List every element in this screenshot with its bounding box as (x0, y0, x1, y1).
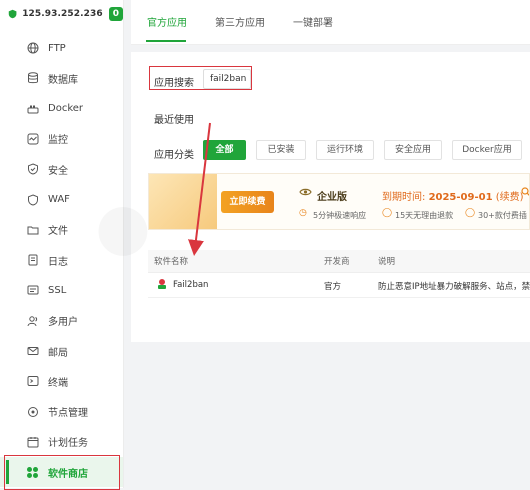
shield-icon (26, 163, 39, 176)
tab-third-party-apps[interactable]: 第三方应用 (215, 14, 265, 29)
banner-art (149, 174, 217, 229)
table-row[interactable]: Fail2ban 官方 防止恶意IP地址暴力破解服务、站点，禁止 (148, 273, 530, 298)
sidebar-item-app-store[interactable]: 软件商店 (0, 457, 123, 488)
sidebar-item-multi-user[interactable]: 多用户 (0, 306, 123, 336)
sidebar-item-label: 数据库 (48, 74, 78, 86)
col-name: 软件名称 (154, 257, 189, 267)
docker-icon (26, 102, 39, 115)
enterprise-banner: 立即续费 企业版 到期时间: 2025-09-01 (续费) ◷ 5分钟极速响应… (148, 173, 530, 230)
sidebar-item-label: SSL (48, 284, 67, 296)
sidebar-item-label: 终端 (48, 377, 68, 389)
sidebar-item-label: FTP (48, 42, 66, 54)
calendar-icon (26, 435, 39, 448)
expire-date: 2025-09-01 (428, 192, 493, 203)
filter-runtime-button[interactable]: 运行环境 (316, 140, 374, 160)
ssl-icon (26, 284, 39, 297)
filter-security-button[interactable]: 安全应用 (384, 140, 442, 160)
expire-label: 到期时间: (382, 192, 426, 203)
database-icon (26, 72, 39, 85)
eye-icon (299, 188, 312, 196)
feature-refund: 15天无理由退款 (395, 211, 454, 220)
plugin-icon: ◯ (465, 208, 476, 218)
sidebar-item-files[interactable]: 文件 (0, 215, 123, 245)
fail2ban-app-icon (156, 278, 168, 290)
sidebar-item-security[interactable]: 安全 (0, 154, 123, 184)
users-icon (26, 314, 39, 327)
node-icon (26, 405, 39, 418)
col-developer: 开发商 (324, 257, 350, 267)
app-description: 防止恶意IP地址暴力破解服务、站点，禁止 (378, 282, 530, 292)
sidebar-item-monitor[interactable]: 监控 (0, 124, 123, 154)
sidebar-item-label: 邮局 (48, 347, 68, 359)
renew-now-button[interactable]: 立即续费 (221, 191, 274, 213)
sidebar-item-terminal[interactable]: 终端 (0, 366, 123, 396)
expire-info: 到期时间: 2025-09-01 (续费) (382, 188, 524, 203)
app-name[interactable]: Fail2ban (173, 280, 208, 290)
sidebar-item-ssl[interactable]: SSL (0, 275, 123, 305)
alert-count-badge[interactable]: 0 (108, 7, 123, 21)
sidebar-item-label: 节点管理 (48, 408, 88, 420)
server-shield-icon (8, 9, 17, 19)
active-tab-indicator (146, 40, 186, 42)
sidebar-item-waf[interactable]: WAF (0, 185, 123, 215)
sidebar-item-node-management[interactable]: 节点管理 (0, 397, 123, 427)
search-label: 应用搜索 (154, 78, 194, 89)
app-developer: 官方 (324, 282, 342, 292)
server-ip: 125.93.252.236 (22, 9, 103, 19)
sidebar-item-label: 计划任务 (48, 438, 88, 450)
clock-icon: ◷ (299, 208, 307, 218)
tab-one-click-deploy[interactable]: 一键部署 (293, 14, 333, 29)
category-label: 应用分类 (154, 150, 194, 161)
terminal-icon (26, 375, 39, 388)
sidebar-item-logs[interactable]: 日志 (0, 245, 123, 275)
sidebar-item-label: 安全 (48, 165, 68, 177)
search-icon (521, 187, 529, 196)
sidebar-item-label: 软件商店 (48, 468, 88, 480)
renew-link[interactable]: (续费) (496, 192, 524, 203)
globe-icon (26, 42, 39, 55)
server-info: 125.93.252.236 0 (0, 0, 123, 28)
sidebar-item-label: 多用户 (48, 317, 78, 329)
waf-shield-icon (26, 193, 39, 206)
recent-label: 最近使用 (154, 115, 194, 126)
sidebar-item-mail[interactable]: 邮局 (0, 336, 123, 366)
refund-icon: ◯ (382, 208, 393, 218)
sidebar-item-database[interactable]: 数据库 (0, 63, 123, 93)
mail-icon (26, 345, 39, 358)
filter-docker-button[interactable]: Docker应用 (452, 140, 522, 160)
search-input[interactable]: fail2ban (203, 69, 251, 89)
filter-installed-button[interactable]: 已安装 (256, 140, 306, 160)
sidebar-item-ftp[interactable]: FTP (0, 33, 123, 63)
feature-response: 5分钟极速响应 (313, 211, 367, 220)
sidebar-item-label: 日志 (48, 256, 68, 268)
sidebar-item-label: 文件 (48, 226, 68, 238)
filter-all-button[interactable]: 全部 (203, 140, 246, 160)
sidebar-item-label: Docker (48, 103, 84, 115)
edition-label: 企业版 (317, 192, 347, 203)
tabs-bar: 官方应用 第三方应用 一键部署 (131, 0, 530, 45)
folder-icon (26, 223, 39, 236)
app-table-header: 软件名称 开发商 说明 (148, 250, 530, 273)
log-icon (26, 254, 39, 267)
sidebar-item-label: 监控 (48, 135, 68, 147)
sidebar-item-docker[interactable]: Docker (0, 94, 123, 124)
feature-plugins: 30+款付费插 (478, 211, 527, 220)
tab-official-apps[interactable]: 官方应用 (147, 14, 187, 29)
sidebar-item-scheduled-tasks[interactable]: 计划任务 (0, 427, 123, 457)
sidebar-item-label: WAF (48, 194, 70, 205)
monitor-icon (26, 132, 39, 145)
store-icon (26, 466, 39, 479)
col-description: 说明 (378, 257, 396, 267)
